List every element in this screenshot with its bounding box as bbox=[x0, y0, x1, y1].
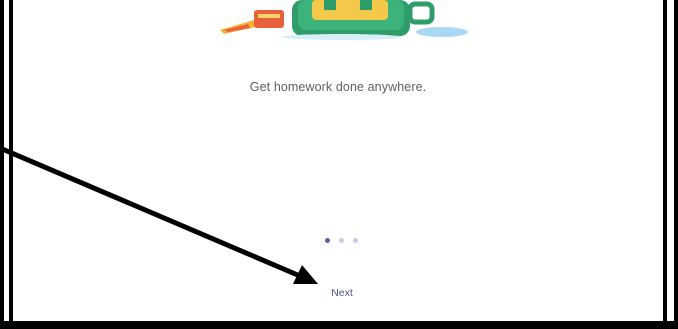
ground-shadow bbox=[282, 34, 402, 40]
frame-right-border bbox=[663, 0, 667, 329]
backpack-pocket bbox=[312, 0, 388, 20]
onboarding-tagline: Get homework done anywhere. bbox=[249, 80, 427, 94]
water-puddle bbox=[416, 27, 468, 37]
book-shape bbox=[254, 10, 284, 28]
frame-left-border bbox=[9, 0, 13, 329]
page-dot-2 bbox=[339, 238, 344, 243]
next-button[interactable]: Next bbox=[320, 284, 364, 302]
page-dot-1-active bbox=[325, 238, 330, 243]
pocket-strap-right bbox=[360, 0, 372, 10]
homework-backpack-illustration bbox=[220, 0, 468, 40]
book-stripe bbox=[258, 14, 280, 18]
page-dot-3 bbox=[353, 238, 358, 243]
page-indicator bbox=[322, 238, 362, 246]
backpack-handle bbox=[407, 1, 435, 25]
pocket-strap-left bbox=[324, 0, 336, 10]
frame-bottom-border bbox=[0, 321, 678, 325]
app-frame bbox=[0, 0, 678, 329]
